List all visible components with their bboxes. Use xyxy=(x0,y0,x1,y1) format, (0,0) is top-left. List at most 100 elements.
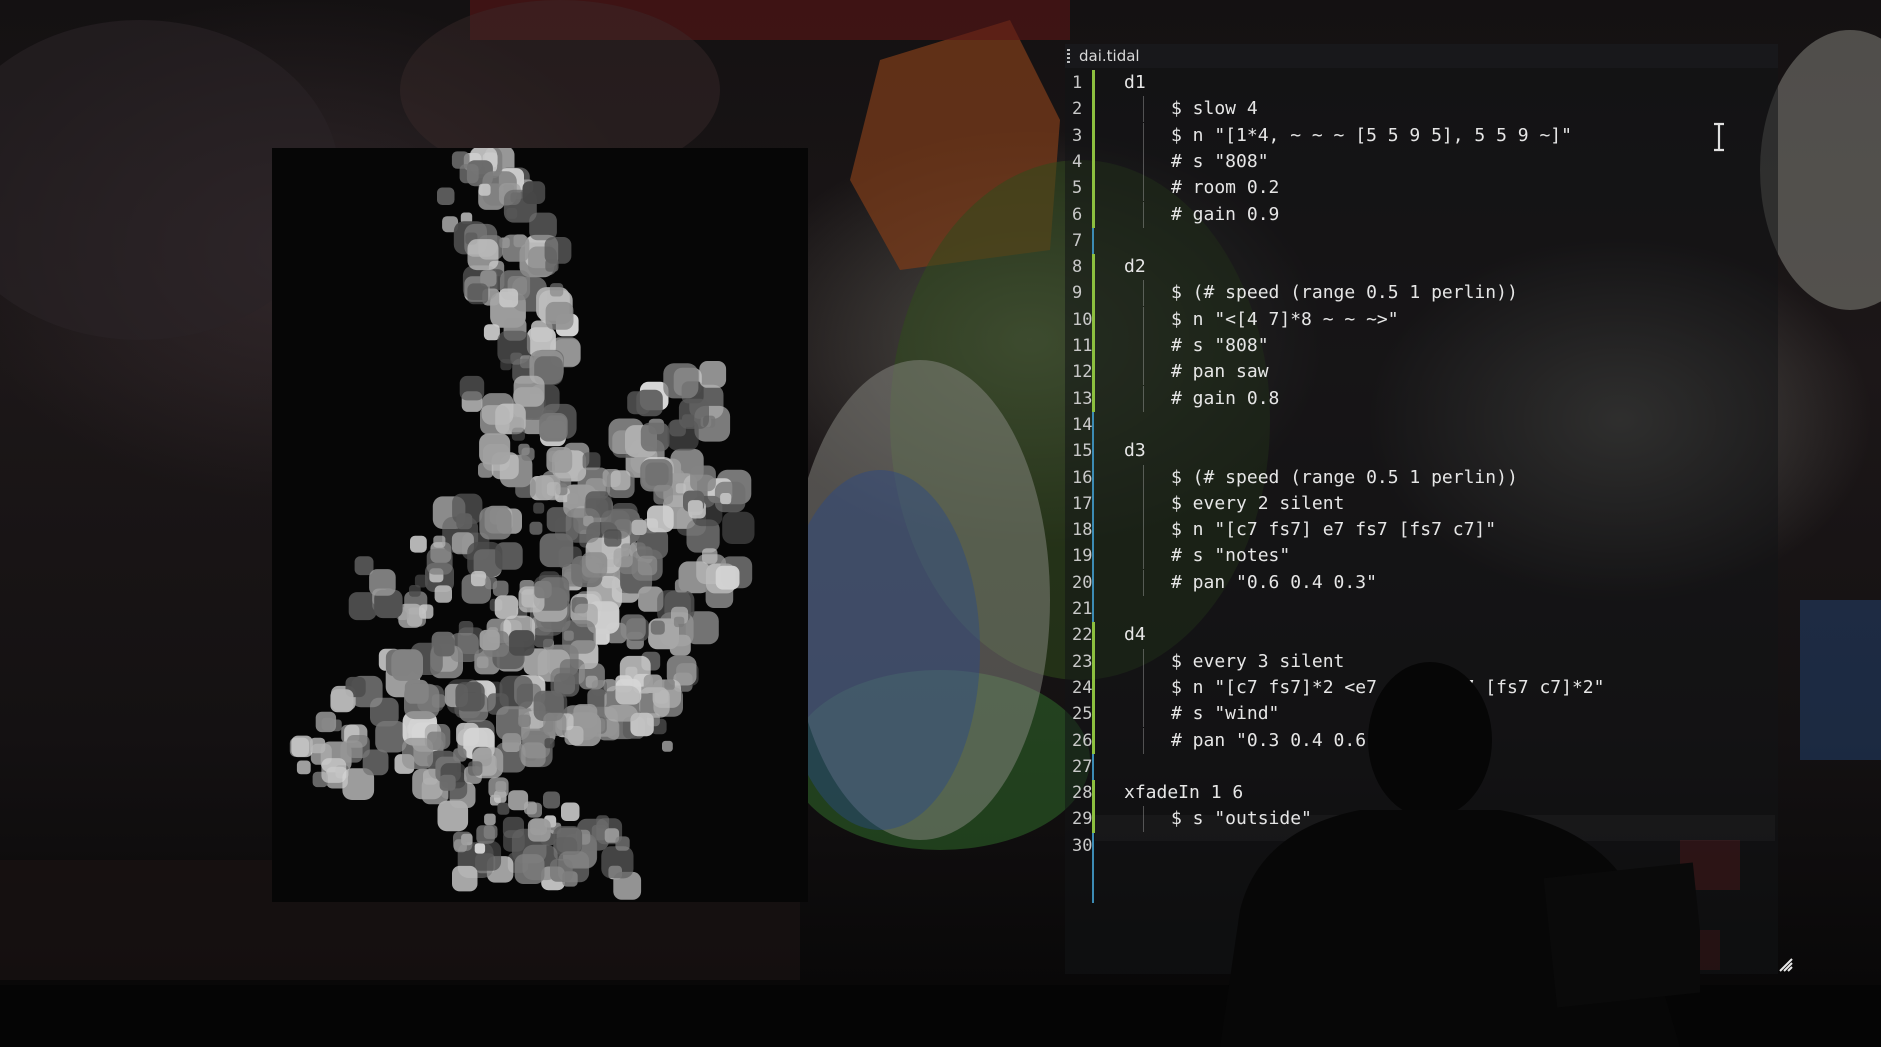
particle xyxy=(518,443,530,456)
particle xyxy=(604,529,622,547)
code-line[interactable]: 2 $ slow 4 xyxy=(1065,96,1765,123)
particle xyxy=(699,361,727,388)
line-number: 21 xyxy=(1072,599,1093,619)
particle xyxy=(543,712,567,736)
tab-file-title[interactable]: dai.tidal xyxy=(1079,47,1140,65)
code-text[interactable]: $ (# speed (range 0.5 1 perlin)) xyxy=(1171,280,1518,306)
code-line[interactable]: 6 # gain 0.9 xyxy=(1065,201,1765,228)
particle xyxy=(663,363,699,399)
code-text[interactable]: d3 xyxy=(1124,438,1146,464)
line-number: 11 xyxy=(1072,336,1093,356)
indent-guide xyxy=(1143,280,1144,307)
code-line[interactable]: 18 $ n "[c7 fs7] e7 fs7 [fs7 c7]" xyxy=(1065,517,1765,544)
code-line[interactable]: 12 # pan saw xyxy=(1065,359,1765,386)
particle xyxy=(678,398,709,429)
particle xyxy=(494,595,519,619)
code-line[interactable]: 10 $ n "<[4 7]*8 ~ ~ ~>" xyxy=(1065,306,1765,333)
code-text[interactable]: # room 0.2 xyxy=(1171,175,1279,201)
code-line[interactable]: 14 xyxy=(1065,412,1765,438)
particle xyxy=(502,234,530,262)
particle xyxy=(608,418,644,454)
code-text[interactable]: $ n "[c7 fs7] e7 fs7 [fs7 c7]" xyxy=(1171,517,1496,543)
gutter-change-marker xyxy=(1092,254,1095,412)
code-text[interactable]: d4 xyxy=(1124,622,1146,648)
code-text[interactable]: # s "808" xyxy=(1171,149,1269,175)
code-text[interactable]: $ (# speed (range 0.5 1 perlin)) xyxy=(1171,465,1518,491)
code-text[interactable]: # s "808" xyxy=(1171,333,1269,359)
code-text[interactable]: d2 xyxy=(1124,254,1146,280)
particle xyxy=(478,462,494,478)
particle xyxy=(375,721,407,753)
code-text[interactable]: $ n "[1*4, ~ ~ ~ [5 5 9 5], 5 5 9 ~]" xyxy=(1171,123,1572,149)
code-line[interactable]: 21 xyxy=(1065,596,1765,622)
particle xyxy=(675,483,686,494)
resize-handle-icon[interactable] xyxy=(1778,957,1794,973)
code-line[interactable]: 7 xyxy=(1065,228,1765,254)
code-line[interactable]: 22 d4 xyxy=(1065,622,1765,648)
code-text[interactable]: # pan saw xyxy=(1171,359,1269,385)
indent-guide xyxy=(1143,517,1144,544)
line-number: 28 xyxy=(1072,783,1093,804)
particle xyxy=(582,452,601,471)
code-line[interactable]: 15 d3 xyxy=(1065,438,1765,464)
code-line[interactable]: 8 d2 xyxy=(1065,254,1765,280)
particle xyxy=(479,629,500,651)
particle xyxy=(687,500,703,516)
code-line[interactable]: 9 $ (# speed (range 0.5 1 perlin)) xyxy=(1065,280,1765,307)
particle xyxy=(558,851,590,883)
particle xyxy=(474,843,486,854)
particle xyxy=(454,839,467,853)
code-text[interactable]: $ slow 4 xyxy=(1171,96,1258,122)
code-text[interactable]: # gain 0.9 xyxy=(1171,202,1279,228)
indent-guide xyxy=(1143,569,1144,596)
code-line[interactable]: 20 # pan "0.6 0.4 0.3" xyxy=(1065,569,1765,596)
line-number: 27 xyxy=(1072,756,1093,777)
line-number: 14 xyxy=(1072,414,1093,435)
indent-guide xyxy=(1143,701,1144,728)
code-text[interactable]: # s "notes" xyxy=(1171,543,1290,569)
particle xyxy=(545,258,559,272)
line-number: 17 xyxy=(1072,493,1093,514)
particle xyxy=(521,742,546,767)
particle xyxy=(527,818,551,842)
particle xyxy=(452,865,478,892)
particle xyxy=(497,802,510,815)
particle xyxy=(499,288,519,308)
particle xyxy=(480,405,510,435)
particle xyxy=(479,433,511,465)
line-number: 20 xyxy=(1072,572,1093,593)
line-number: 2 xyxy=(1072,99,1083,120)
particle xyxy=(637,555,658,576)
particle xyxy=(321,758,347,783)
particle xyxy=(578,663,605,690)
particle xyxy=(456,513,473,530)
line-number: 3 xyxy=(1072,125,1083,146)
particle xyxy=(296,760,311,775)
code-text[interactable]: $ n "<[4 7]*8 ~ ~ ~>" xyxy=(1171,307,1399,333)
code-line[interactable]: 5 # room 0.2 xyxy=(1065,175,1765,202)
code-line[interactable]: 16 $ (# speed (range 0.5 1 perlin)) xyxy=(1065,464,1765,491)
particle xyxy=(581,552,608,578)
line-number: 7 xyxy=(1072,230,1083,251)
code-line[interactable]: 1 d1 xyxy=(1065,70,1765,96)
code-text[interactable]: d1 xyxy=(1124,70,1146,96)
particle xyxy=(506,207,518,219)
particle xyxy=(601,846,634,879)
particle xyxy=(604,685,641,722)
indent-guide xyxy=(1143,122,1144,149)
code-line[interactable]: 11 # s "808" xyxy=(1065,333,1765,359)
line-number: 18 xyxy=(1072,520,1093,541)
code-text[interactable]: $ every 2 silent xyxy=(1171,491,1344,517)
line-number: 22 xyxy=(1072,625,1093,646)
particle xyxy=(664,679,675,690)
code-text[interactable]: # gain 0.8 xyxy=(1171,386,1279,412)
code-line[interactable]: 19 # s "notes" xyxy=(1065,543,1765,570)
code-text[interactable]: # pan "0.6 0.4 0.3" xyxy=(1171,570,1377,596)
particle xyxy=(495,742,526,773)
particle xyxy=(499,675,533,710)
code-line[interactable]: 17 $ every 2 silent xyxy=(1065,490,1765,517)
code-line[interactable]: 13 # gain 0.8 xyxy=(1065,385,1765,412)
code-line[interactable]: 4 # s "808" xyxy=(1065,148,1765,175)
tab-grip-icon[interactable] xyxy=(1067,49,1070,63)
code-line[interactable]: 3 $ n "[1*4, ~ ~ ~ [5 5 9 5], 5 5 9 ~]" xyxy=(1065,122,1765,149)
